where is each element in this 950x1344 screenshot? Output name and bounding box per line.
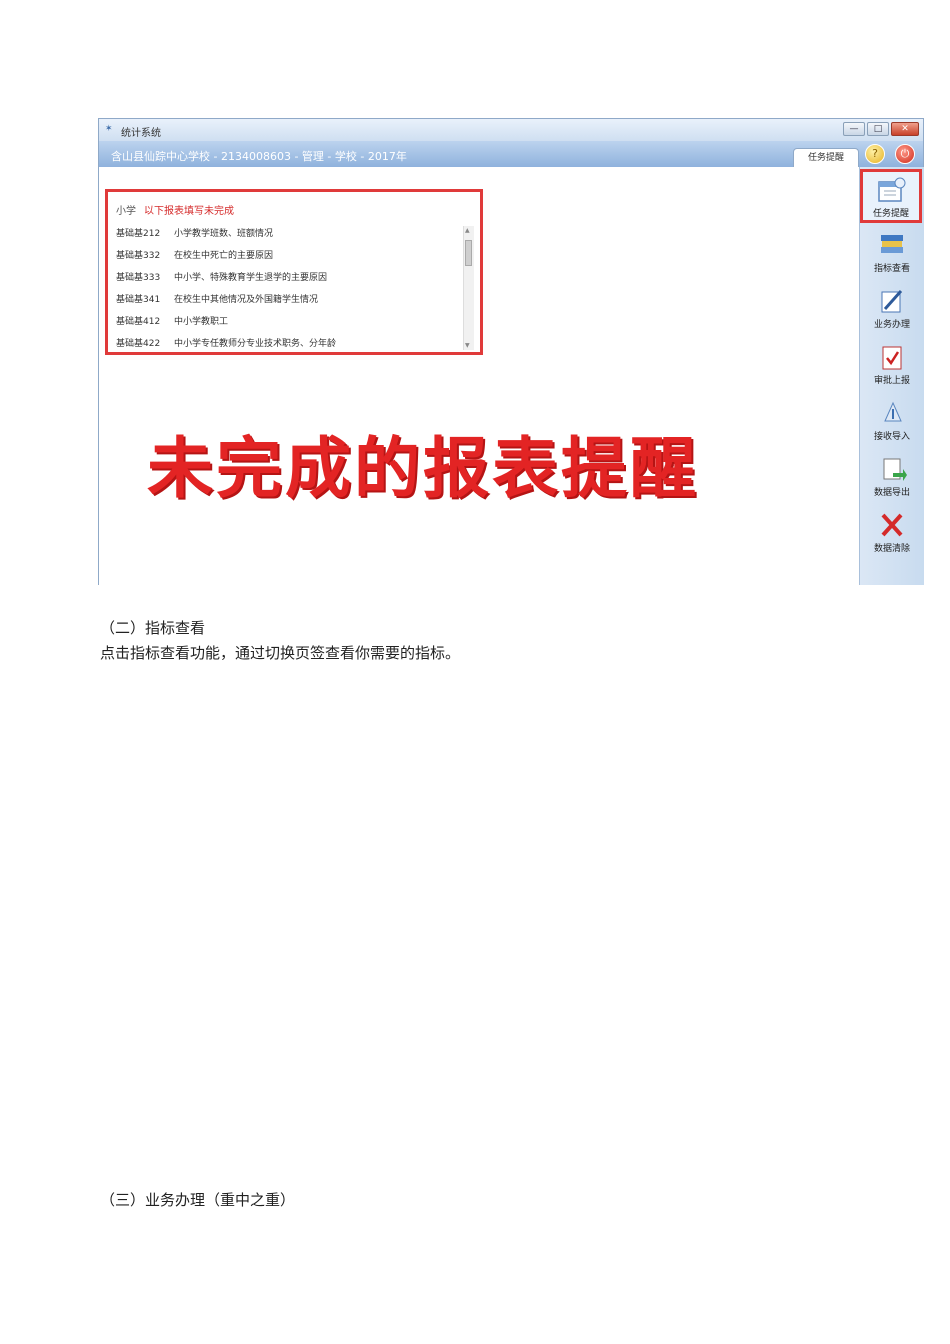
report-code: 基础基422 [116, 339, 161, 349]
window-title: 统计系统 [121, 128, 161, 139]
books-icon [881, 235, 903, 253]
tab-task-reminder[interactable]: 任务提醒 [793, 148, 859, 168]
sidebar-label: 指标查看 [873, 264, 910, 274]
section-heading: （三）业务办理（重中之重） [100, 1191, 296, 1209]
unfinished-report-panel: 小学 以下报表填写未完成 基础基212 小学教学班数、班额情况 基础基332 在校生中… [105, 189, 483, 355]
report-name: 小学教学班数、班额情况 [174, 229, 274, 239]
sidebar-item-task-reminder[interactable]: 任务提醒 [860, 169, 922, 223]
section-body: 点击指标查看功能，通过切换页签查看你需要的指标。 [100, 644, 461, 662]
delete-x-icon [881, 513, 903, 537]
list-item[interactable]: 基础基212 小学教学班数、班额情况 [116, 226, 466, 248]
sidebar-item-approve[interactable]: 审批上报 [862, 339, 922, 393]
window-titlebar: ✶ 统计系统 — □ ✕ [99, 119, 923, 141]
list-item[interactable]: 基础基412 中小学教职工 [116, 314, 466, 336]
scroll-down-icon[interactable]: ▼ [465, 342, 470, 349]
school-level-label: 小学 [116, 206, 136, 217]
list-item[interactable]: 基础基422 中小学专任教师分专业技术职务、分年龄 [116, 336, 466, 358]
function-sidebar: 任务提醒 指标查看 业务办理 审批上报 接收导入 数据导出 数据清除 [859, 167, 924, 585]
export-icon [883, 458, 907, 481]
calendar-icon [878, 177, 906, 202]
sidebar-label: 数据导出 [873, 488, 910, 498]
unfinished-report-caption: 未完成的报表提醒 [147, 430, 699, 507]
close-button[interactable]: ✕ [891, 122, 919, 136]
sidebar-item-import[interactable]: 接收导入 [862, 395, 922, 449]
power-icon[interactable]: ⏻ [895, 144, 915, 164]
report-name: 中小学教职工 [174, 317, 229, 327]
sidebar-label: 任务提醒 [872, 209, 909, 219]
sidebar-item-business[interactable]: 业务办理 [862, 283, 922, 337]
maximize-button[interactable]: □ [867, 122, 889, 136]
checklist-icon [882, 346, 902, 370]
stats-system-window: ✶ 统计系统 — □ ✕ 含山县仙踪中心学校 - 2134008603 - 管理… [98, 118, 924, 585]
school-info-text: 含山县仙踪中心学校 - 2134008603 - 管理 - 学校 - 2017年 [111, 150, 407, 163]
report-name: 在校生中其他情况及外国籍学生情况 [174, 295, 319, 305]
sidebar-label: 接收导入 [873, 432, 910, 442]
chart-app-icon: ✶ [105, 124, 113, 134]
list-item[interactable]: 基础基341 在校生中其他情况及外国籍学生情况 [116, 292, 466, 314]
sidebar-label: 审批上报 [873, 376, 910, 386]
school-info-bar: 含山县仙踪中心学校 - 2134008603 - 管理 - 学校 - 2017年… [99, 141, 923, 168]
pen-icon [881, 290, 903, 313]
report-list: 基础基212 小学教学班数、班额情况 基础基332 在校生中死亡的主要原因 基础基3… [116, 226, 466, 358]
scroll-up-icon[interactable]: ▲ [465, 227, 470, 234]
sidebar-item-indicator-view[interactable]: 指标查看 [862, 227, 922, 281]
report-name: 中小学、特殊教育学生退学的主要原因 [174, 273, 328, 283]
report-name: 中小学专任教师分专业技术职务、分年龄 [174, 339, 337, 349]
list-item[interactable]: 基础基332 在校生中死亡的主要原因 [116, 248, 466, 270]
report-code: 基础基333 [116, 273, 161, 283]
help-icon[interactable]: ? [865, 144, 885, 164]
report-name: 在校生中死亡的主要原因 [174, 251, 274, 261]
report-code: 基础基412 [116, 317, 161, 327]
sidebar-label: 数据清除 [873, 544, 910, 554]
section-heading: （二）指标查看 [100, 619, 206, 637]
report-code: 基础基341 [116, 295, 161, 305]
window-controls: — □ ✕ [843, 122, 919, 136]
list-item[interactable]: 基础基333 中小学、特殊教育学生退学的主要原因 [116, 270, 466, 292]
report-code: 基础基212 [116, 229, 161, 239]
unfinished-message: 以下报表填写未完成 [144, 206, 234, 217]
minimize-button[interactable]: — [843, 122, 865, 136]
sidebar-item-clear[interactable]: 数据清除 [862, 507, 922, 561]
import-icon [884, 401, 902, 422]
main-content: 小学 以下报表填写未完成 基础基212 小学教学班数、班额情况 基础基332 在校生中… [99, 167, 859, 585]
sidebar-label: 业务办理 [873, 320, 910, 330]
scroll-thumb[interactable] [465, 240, 472, 266]
sidebar-item-export[interactable]: 数据导出 [862, 451, 922, 505]
report-code: 基础基332 [116, 251, 161, 261]
list-scrollbar[interactable]: ▲ ▼ [463, 226, 474, 350]
panel-header: 小学 以下报表填写未完成 [116, 202, 234, 217]
